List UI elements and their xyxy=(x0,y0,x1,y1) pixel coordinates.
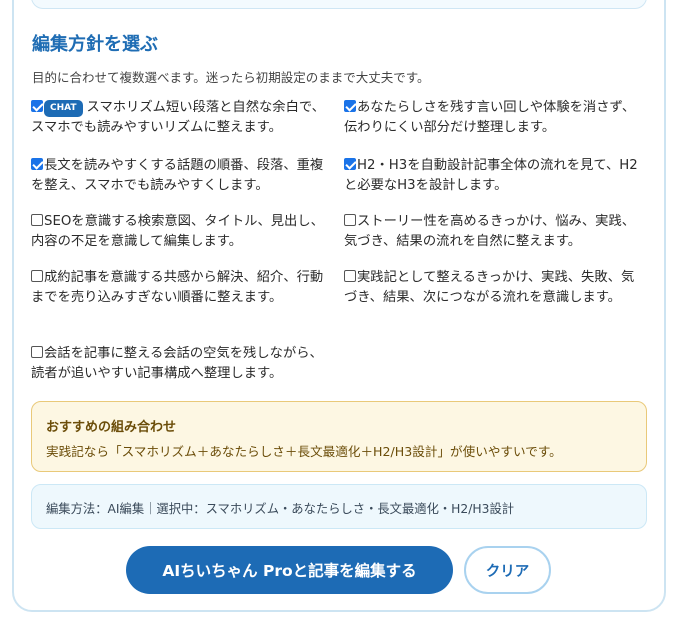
clear-button[interactable]: クリア xyxy=(464,546,551,594)
checkbox[interactable] xyxy=(31,270,43,282)
option-label: H2・H3を自動設計記事全体の流れを見て、H2と必要なH3を設計します。 xyxy=(344,158,638,193)
option-label: あなたらしさを残す言い回しや体験を消さず、伝わりにくい部分だけ整理します。 xyxy=(344,100,636,135)
chat-badge: CHAT xyxy=(44,100,83,117)
option-label: SEOを意識する検索意図、タイトル、見出し、内容の不足を意識して編集します。 xyxy=(31,214,324,249)
selection-status-text: 編集方法：AI編集｜選択中：スマホリズム・あなたらしさ・長文最適化・H2/H3設… xyxy=(46,502,515,516)
option-label: 成約記事を意識する共感から解決、紹介、行動までを売り込みすぎない順番に整えます。 xyxy=(31,270,324,305)
option-long-text[interactable]: 長文を読みやすくする話題の順番、段落、重複を整え、スマホでも読みやすくします。 xyxy=(31,156,331,196)
edit-article-button[interactable]: AIちいちゃん Proと記事を編集する xyxy=(126,546,453,594)
option-your-voice[interactable]: あなたらしさを残す言い回しや体験を消さず、伝わりにくい部分だけ整理します。 xyxy=(344,98,644,138)
selection-status-box: 編集方法：AI編集｜選択中：スマホリズム・あなたらしさ・長文最適化・H2/H3設… xyxy=(31,484,647,529)
checkbox[interactable] xyxy=(31,346,43,358)
section-subtitle: 目的に合わせて複数選べます。迷ったら初期設定のままで大丈夫です。 xyxy=(32,70,430,85)
checkbox[interactable] xyxy=(31,158,43,170)
checkbox[interactable] xyxy=(31,100,43,112)
checkbox[interactable] xyxy=(344,100,356,112)
recommendation-text: 実践記なら「スマホリズム＋あなたらしさ＋長文最適化＋H2/H3設計」が使いやすい… xyxy=(46,444,562,459)
checkbox[interactable] xyxy=(344,214,356,226)
option-story[interactable]: ストーリー性を高めるきっかけ、悩み、実践、気づき、結果の流れを自然に整えます。 xyxy=(344,212,644,252)
option-label: 実践記として整えるきっかけ、実践、失敗、気づき、結果、次につながる流れを意識しま… xyxy=(344,270,635,305)
previous-panel-edge xyxy=(31,0,647,9)
checkbox[interactable] xyxy=(31,214,43,226)
recommendation-title: おすすめの組み合わせ xyxy=(46,420,177,435)
option-seo[interactable]: SEOを意識する検索意図、タイトル、見出し、内容の不足を意識して編集します。 xyxy=(31,212,331,252)
option-conversion[interactable]: 成約記事を意識する共感から解決、紹介、行動までを売り込みすぎない順番に整えます。 xyxy=(31,268,331,308)
option-h2-h3-design[interactable]: H2・H3を自動設計記事全体の流れを見て、H2と必要なH3を設計します。 xyxy=(344,156,644,196)
section-title: 編集方針を選ぶ xyxy=(32,34,158,55)
option-conversation[interactable]: 会話を記事に整える会話の空気を残しながら、読者が追いやすい記事構成へ整理します。 xyxy=(31,344,331,384)
recommendation-box: おすすめの組み合わせ 実践記なら「スマホリズム＋あなたらしさ＋長文最適化＋H2/… xyxy=(31,401,647,472)
option-smartphone-rhythm[interactable]: CHAT スマホリズム短い段落と自然な余白で、スマホでも読みやすいリズムに整えます… xyxy=(31,98,331,138)
checkbox[interactable] xyxy=(344,270,356,282)
checkbox[interactable] xyxy=(344,158,356,170)
option-label: ストーリー性を高めるきっかけ、悩み、実践、気づき、結果の流れを自然に整えます。 xyxy=(344,214,636,249)
option-label: 長文を読みやすくする話題の順番、段落、重複を整え、スマホでも読みやすくします。 xyxy=(31,158,324,193)
option-label: 会話を記事に整える会話の空気を残しながら、読者が追いやすい記事構成へ整理します。 xyxy=(31,346,323,381)
option-practice-log[interactable]: 実践記として整えるきっかけ、実践、失敗、気づき、結果、次につながる流れを意識しま… xyxy=(344,268,644,308)
